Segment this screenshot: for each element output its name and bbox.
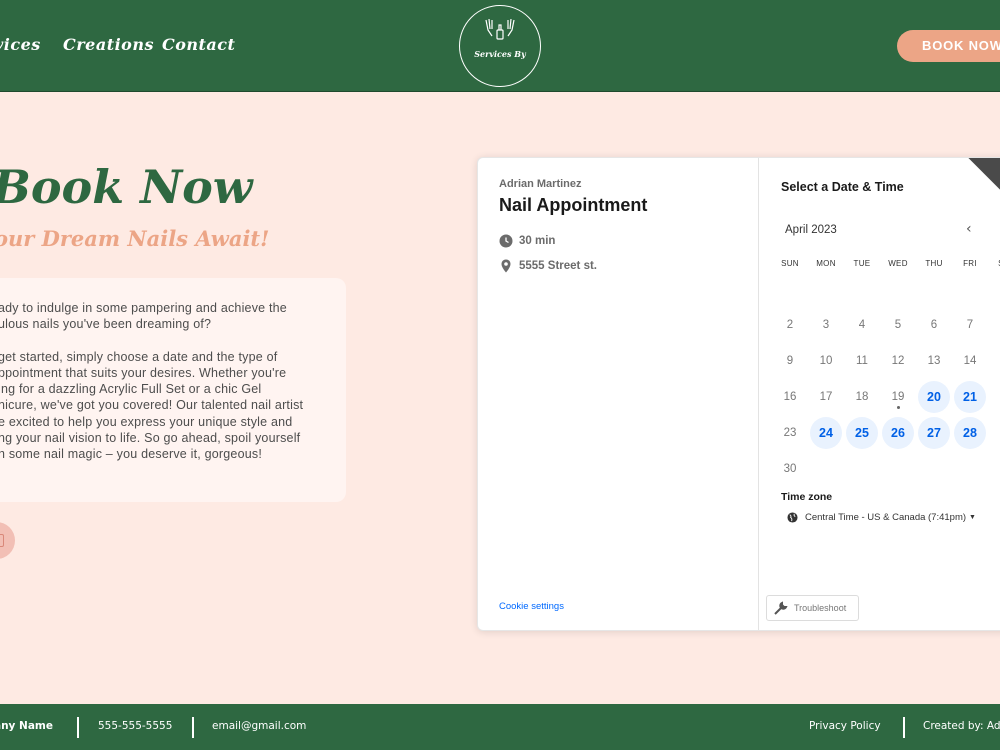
duration-detail: 30 min [499, 234, 555, 248]
calendar-day: 2 [786, 319, 794, 331]
chevron-left-icon[interactable]: ‹ [966, 221, 972, 237]
text-line: e excited to help you express your uniqu… [0, 414, 293, 429]
calendar-day: 3 [822, 319, 830, 331]
nav-item-creations[interactable]: Creations [63, 35, 154, 54]
calendar-day: 13 [927, 355, 941, 367]
calendar-day: 5 [894, 319, 902, 331]
calendar-day: 23 [783, 427, 797, 439]
calendar-day: 6 [930, 319, 938, 331]
calendar-day-available[interactable]: 28 [954, 417, 986, 449]
nav-item-services[interactable]: vices [0, 35, 41, 54]
site-footer: any Name 555-555-5555 email@gmail.com Pr… [0, 704, 1000, 750]
day-of-week-label: SAT [988, 259, 1000, 268]
page-subtitle: our Dream Nails Await! [0, 226, 270, 251]
text-line: ppointment that suits your desires. Whet… [0, 365, 287, 380]
globe-icon [787, 512, 798, 523]
site-header: vices Creations Contact Services By BOOK… [0, 0, 1000, 92]
location-text: 5555 Street st. [519, 260, 597, 272]
social-button[interactable] [0, 522, 15, 559]
calendar-day: 10 [819, 355, 833, 367]
calendar-day: 7 [966, 319, 974, 331]
text-line: get started, simply choose a date and th… [0, 349, 278, 364]
host-name: Adrian Martinez [499, 178, 582, 190]
powered-by-ribbon[interactable] [959, 158, 1000, 207]
day-of-week-label: MON [816, 259, 836, 268]
cookie-settings-link[interactable]: Cookie settings [499, 601, 564, 612]
footer-email[interactable]: email@gmail.com [212, 720, 306, 732]
day-of-week-label: SUN [781, 259, 799, 268]
day-of-week-label: THU [925, 259, 943, 268]
footer-company-name: any Name [0, 720, 53, 732]
intro-text-card: ady to indulge in some pampering and ach… [0, 278, 346, 502]
calendar-day: 18 [855, 391, 869, 403]
calendar-day: 14 [963, 355, 977, 367]
intro-paragraph-2: get started, simply choose a date and th… [0, 349, 328, 463]
page-title: Book Now [0, 160, 253, 214]
text-line: ulous nails you've been dreaming of? [0, 317, 212, 332]
intro-paragraph-1: ady to indulge in some pampering and ach… [0, 300, 328, 333]
day-of-week-label: TUE [853, 259, 871, 268]
nav-item-contact[interactable]: Contact [162, 35, 235, 54]
calendar-month: April 2023 [785, 224, 837, 236]
text-line: ady to indulge in some pampering and ach… [0, 301, 287, 315]
instagram-icon [0, 534, 4, 547]
calendar-day-available[interactable]: 24 [810, 417, 842, 449]
troubleshoot-button[interactable]: Troubleshoot [766, 595, 859, 621]
calendar-day-available[interactable]: 27 [918, 417, 950, 449]
text-line: ing for a dazzling Acrylic Full Set or a… [0, 382, 262, 397]
footer-credits: Created by: Adri [923, 720, 1000, 732]
calendar-day: 17 [819, 391, 833, 403]
booking-widget: Adrian Martinez Nail Appointment 30 min … [477, 157, 1000, 631]
book-now-button[interactable]: BOOK NOW [897, 30, 1000, 62]
calendar-day: 16 [783, 391, 797, 403]
calendar-day: 30 [783, 463, 797, 475]
calendar-day: 4 [858, 319, 866, 331]
hands-nail-polish-icon [485, 18, 515, 40]
duration-text: 30 min [519, 235, 556, 247]
calendar-day: 11 [856, 355, 868, 367]
calendar-day: 12 [891, 355, 905, 367]
footer-divider [903, 717, 905, 738]
footer-phone[interactable]: 555-555-5555 [98, 720, 172, 732]
timezone-value: Central Time - US & Canada (7:41pm) [805, 512, 967, 523]
timezone-label: Time zone [781, 491, 833, 503]
clock-icon [499, 234, 513, 248]
text-line: h some nail magic – you deserve it, gorg… [0, 447, 262, 462]
timezone-select[interactable]: Central Time - US & Canada (7:41pm) ▼ [787, 512, 976, 523]
troubleshoot-label: Troubleshoot [794, 603, 847, 613]
logo-text: Services By [474, 49, 526, 59]
text-line: nicure, we've got you covered! Our talen… [0, 398, 304, 413]
calendar-day: 9 [786, 355, 794, 367]
calendar-day-available[interactable]: 26 [882, 417, 914, 449]
caret-down-icon: ▼ [969, 514, 976, 521]
footer-privacy-policy[interactable]: Privacy Policy [809, 720, 881, 732]
select-date-title: Select a Date & Time [781, 180, 904, 194]
site-logo[interactable]: Services By [459, 5, 541, 87]
day-of-week-label: WED [888, 259, 908, 268]
location-pin-icon [501, 259, 511, 273]
footer-divider [192, 717, 194, 738]
today-indicator [896, 406, 900, 409]
calendar-day-available[interactable]: 20 [918, 381, 950, 413]
calendar-day-available[interactable]: 25 [846, 417, 878, 449]
wrench-icon [774, 600, 788, 615]
text-line: ng your nail vision to life. So go ahead… [0, 431, 301, 446]
footer-divider [77, 717, 79, 738]
event-title: Nail Appointment [499, 195, 648, 215]
widget-divider [758, 158, 759, 630]
calendar-day-available[interactable]: 21 [954, 381, 986, 413]
day-of-week-label: FRI [963, 259, 977, 268]
location-detail: 5555 Street st. [499, 259, 597, 273]
